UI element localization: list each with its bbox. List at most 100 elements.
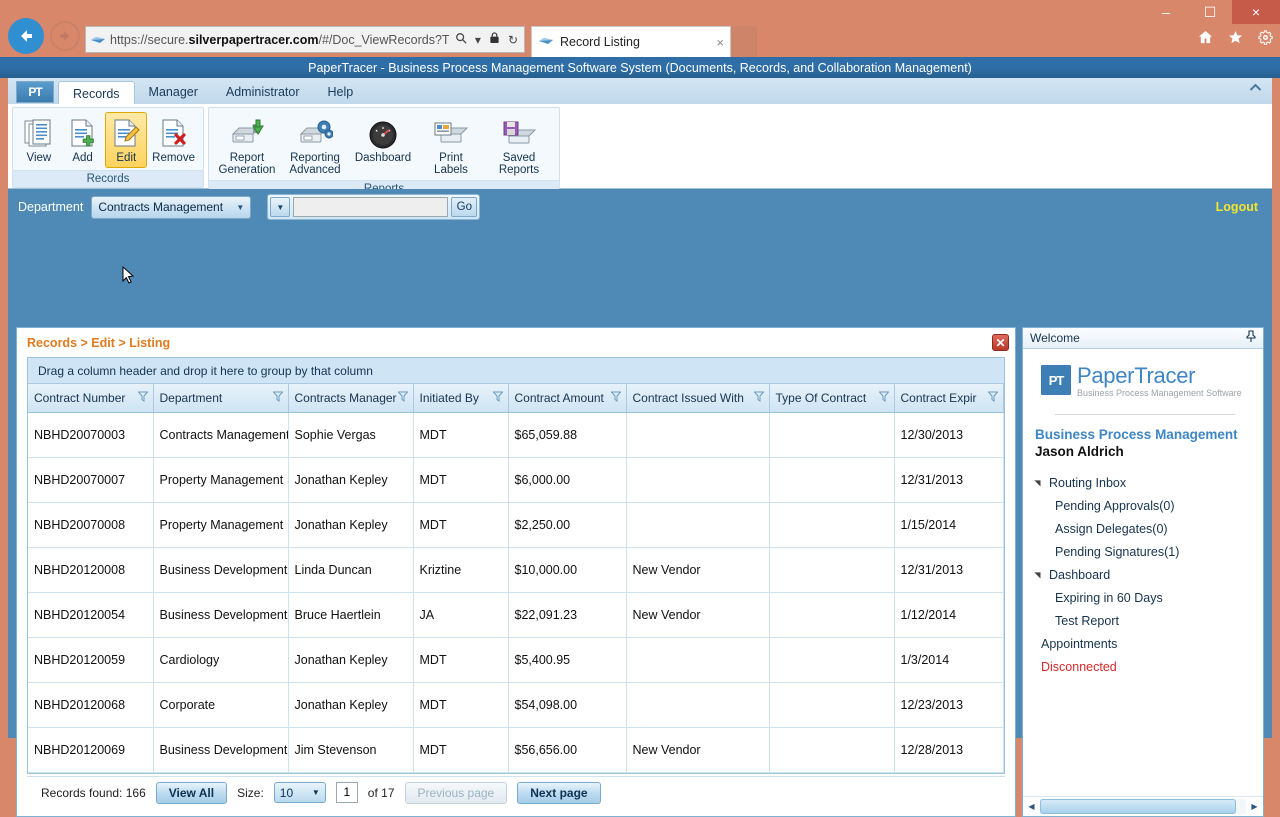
maximize-button[interactable]: ☐ [1188, 0, 1232, 24]
table-cell: 12/23/2013 [894, 682, 1004, 728]
sidebar-item-disconnected[interactable]: Disconnected [1033, 655, 1253, 678]
pin-icon[interactable] [1246, 330, 1256, 346]
new-tab-button[interactable] [731, 26, 757, 57]
table-row[interactable]: NBHD20120059 Cardiology Jonathan Kepley MDT… [28, 637, 1004, 683]
sidebar-item-pending-signatures-1[interactable]: Pending Signatures(1) [1033, 540, 1253, 563]
ribbon-tab-records[interactable]: Records [58, 81, 135, 105]
sidebar-item-assign-delegates-0[interactable]: Assign Delegates(0) [1033, 517, 1253, 540]
page-number-input[interactable]: 1 [335, 782, 358, 803]
sidebar-item-label: Disconnected [1041, 659, 1117, 674]
table-cell: $10,000.00 [508, 547, 627, 593]
table-row[interactable]: NBHD20070003 Contracts Management Sophie V… [28, 412, 1004, 458]
table-row[interactable]: NBHD20120054 Business Development Bruce Ha… [28, 592, 1004, 638]
filter-funnel-icon[interactable] [986, 391, 999, 405]
sidebar-item-label: Expiring in 60 Days [1055, 590, 1163, 605]
add-button[interactable]: Add [62, 112, 104, 168]
grid-container: Drag a column header and drop it here to… [27, 357, 1005, 774]
sidebar-item-pending-approvals-0[interactable]: Pending Approvals(0) [1033, 494, 1253, 517]
search-field-select[interactable]: ▼ [270, 197, 291, 217]
tab-close-icon[interactable]: × [716, 35, 724, 50]
dashboard-button[interactable]: Dashboard [350, 112, 416, 168]
column-header[interactable]: Contract Amount [508, 384, 627, 413]
edit-button[interactable]: Edit [105, 112, 148, 168]
expand-triangle-icon[interactable]: ◢ [1033, 571, 1042, 578]
previous-page-button[interactable]: Previous page [404, 781, 508, 804]
search-input[interactable] [293, 197, 449, 217]
filter-funnel-icon[interactable] [609, 391, 622, 405]
column-header[interactable]: Contracts Manager [288, 384, 414, 413]
go-button[interactable]: Go [451, 197, 478, 217]
table-row[interactable]: NBHD20120068 Corporate Jonathan Kepley MDT $… [28, 682, 1004, 728]
filter-funnel-icon[interactable] [491, 391, 504, 405]
scroll-track[interactable] [1040, 799, 1246, 814]
column-header[interactable]: Contract Number [28, 384, 154, 413]
scroll-right-icon[interactable]: ▶ [1248, 799, 1261, 815]
scroll-left-icon[interactable]: ◀ [1025, 799, 1038, 815]
department-select[interactable]: Contracts Management ▼ [91, 195, 252, 219]
refresh-icon[interactable]: ↻ [506, 33, 520, 47]
sidebar-horizontal-scrollbar[interactable]: ◀ ▶ [1023, 796, 1263, 816]
column-header-label: Contracts Manager [294, 390, 397, 405]
minimize-button[interactable]: – [1144, 0, 1188, 24]
table-row[interactable]: NBHD20120069 Business Development Jim Stev… [28, 727, 1004, 773]
remove-button[interactable]: Remove [149, 112, 198, 168]
page-count-label: of 17 [367, 785, 395, 800]
page-size-select[interactable]: 10 ▼ [273, 782, 326, 803]
site-favicon-icon [90, 34, 106, 46]
column-header[interactable]: Department [153, 384, 289, 413]
sidebar-item-appointments[interactable]: Appointments [1033, 632, 1253, 655]
next-page-button[interactable]: Next page [517, 781, 601, 804]
column-header[interactable]: Type Of Contract [769, 384, 895, 413]
grid-footer: Records found: 166 View All Size: 10 ▼ 1… [27, 776, 1005, 808]
sidebar-item-label: Appointments [1041, 636, 1118, 651]
table-cell: $6,000.00 [508, 457, 627, 503]
ribbon-tab-manager[interactable]: Manager [135, 80, 212, 104]
address-bar[interactable]: https://secure.silverpapertracer.com/#/D… [85, 26, 525, 53]
column-header[interactable]: Contract Issued With [626, 384, 770, 413]
filter-funnel-icon[interactable] [396, 391, 409, 405]
filter-funnel-icon[interactable] [271, 391, 284, 405]
settings-gear-icon[interactable] [1254, 26, 1276, 48]
view-all-button[interactable]: View All [155, 781, 228, 804]
sidebar-item-test-report[interactable]: Test Report [1033, 609, 1253, 632]
logout-link[interactable]: Logout [1216, 200, 1258, 214]
table-row[interactable]: NBHD20120008 Business Development Linda Du… [28, 547, 1004, 593]
table-row[interactable]: NBHD20070008 Property Management Jonathan … [28, 502, 1004, 548]
forward-button[interactable] [50, 21, 80, 51]
app-logo[interactable]: PT [16, 81, 54, 103]
table-row[interactable]: NBHD20070007 Property Management Jonathan … [28, 457, 1004, 503]
filter-funnel-icon[interactable] [752, 391, 765, 405]
chevron-up-icon[interactable] [1249, 83, 1262, 95]
column-header-label: Contract Expir [900, 390, 977, 405]
close-icon[interactable]: ✕ [992, 334, 1009, 351]
group-by-drop-hint[interactable]: Drag a column header and drop it here to… [28, 358, 1004, 384]
expand-triangle-icon[interactable]: ◢ [1033, 479, 1042, 486]
reporting-advanced-button[interactable]: Reporting Advanced [282, 112, 348, 180]
search-container: ▼ Go [267, 194, 481, 220]
ribbon-tab-administrator[interactable]: Administrator [212, 80, 314, 104]
favorites-star-icon[interactable] [1224, 26, 1246, 48]
filter-funnel-icon[interactable] [877, 391, 890, 405]
search-icon[interactable] [453, 32, 469, 47]
sidebar-item-routing-inbox[interactable]: ◢ Routing Inbox [1033, 471, 1253, 494]
table-cell: MDT [413, 637, 509, 683]
sidebar-item-dashboard[interactable]: ◢ Dashboard [1033, 563, 1253, 586]
view-button[interactable]: View [18, 112, 60, 168]
saved-reports-button[interactable]: Saved Reports [486, 112, 552, 180]
close-window-button[interactable]: × [1232, 0, 1280, 24]
column-header[interactable]: Initiated By [413, 384, 509, 413]
sidebar-item-expiring-in-60-days[interactable]: Expiring in 60 Days [1033, 586, 1253, 609]
chevron-down-icon[interactable]: ▾ [473, 33, 483, 47]
report-generation-button[interactable]: Report Generation [214, 112, 280, 180]
ribbon-tab-help[interactable]: Help [314, 80, 368, 104]
grid-vertical-scrollbar[interactable]: ▲ ▼ [1003, 384, 1004, 773]
print-labels-button[interactable]: Print Labels [418, 112, 484, 180]
tab-record-listing[interactable]: Record Listing × [531, 26, 731, 57]
chevron-down-icon: ▼ [236, 202, 245, 212]
column-header[interactable]: Contract Expir [894, 384, 1004, 413]
home-icon[interactable] [1194, 26, 1216, 48]
scroll-thumb[interactable] [1040, 799, 1236, 814]
back-button[interactable] [8, 18, 44, 54]
page-size-label: Size: [237, 785, 264, 800]
filter-funnel-icon[interactable] [136, 391, 149, 405]
